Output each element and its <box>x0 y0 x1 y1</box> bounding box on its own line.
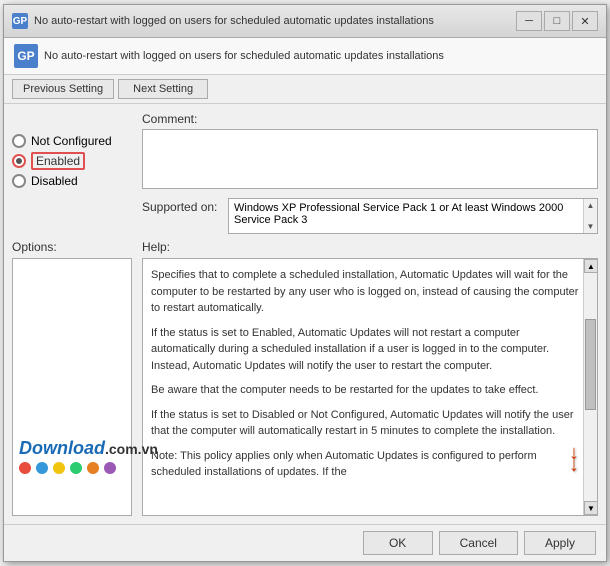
window-title: No auto-restart with logged on users for… <box>34 15 434 27</box>
supported-scrollbar: ▲ ▼ <box>583 199 597 233</box>
watermark-dots <box>19 462 158 474</box>
watermark-dot <box>104 462 116 474</box>
help-p1: Specifies that to complete a scheduled i… <box>151 267 579 317</box>
help-scroll-up[interactable]: ▲ <box>584 259 598 273</box>
watermark-dot <box>70 462 82 474</box>
supported-row: Supported on: Windows XP Professional Se… <box>142 198 598 234</box>
title-bar-left: GP No auto-restart with logged on users … <box>12 13 516 29</box>
ok-button[interactable]: OK <box>363 531 433 555</box>
supported-value: Windows XP Professional Service Pack 1 o… <box>234 202 563 226</box>
help-p3: Be aware that the computer needs to be r… <box>151 382 579 399</box>
scroll-down-arrow[interactable]: ▼ <box>585 220 597 233</box>
watermark-dot <box>36 462 48 474</box>
close-button[interactable]: ✕ <box>572 11 598 31</box>
scroll-up-arrow[interactable]: ▲ <box>585 199 597 212</box>
top-section: Not Configured Enabled Disabled Comment: <box>12 112 598 234</box>
options-panel: Options: <box>12 240 132 516</box>
maximize-button[interactable]: □ <box>544 11 570 31</box>
supported-box: Windows XP Professional Service Pack 1 o… <box>228 198 598 234</box>
title-bar: GP No auto-restart with logged on users … <box>4 5 606 38</box>
cancel-button[interactable]: Cancel <box>439 531 518 555</box>
radio-group: Not Configured Enabled Disabled <box>12 134 132 188</box>
right-panel: Comment: Supported on: Windows XP Profes… <box>142 112 598 234</box>
help-p5: Note: This policy applies only when Auto… <box>151 448 579 481</box>
help-p4: If the status is set to Disabled or Not … <box>151 407 579 440</box>
watermark-suffix: .com.vn <box>105 441 158 457</box>
arrow-down-icon-2: ↓ <box>569 455 579 475</box>
header-title: No auto-restart with logged on users for… <box>44 50 444 62</box>
window-icon: GP <box>12 13 28 29</box>
help-p2: If the status is set to Enabled, Automat… <box>151 325 579 375</box>
radio-enabled-label: Enabled <box>31 152 85 170</box>
minimize-button[interactable]: ─ <box>516 11 542 31</box>
help-panel: Help: Specifies that to complete a sched… <box>142 240 598 516</box>
comment-input[interactable] <box>142 129 598 189</box>
help-scroll-down[interactable]: ▼ <box>584 501 598 515</box>
scrollbar-track <box>584 273 597 501</box>
radio-not-configured[interactable]: Not Configured <box>12 134 132 148</box>
radio-not-configured-label: Not Configured <box>31 134 112 148</box>
watermark-dot <box>19 462 31 474</box>
comment-label: Comment: <box>142 112 598 126</box>
watermark-brand: Download <box>19 438 105 459</box>
toolbar: Previous Setting Next Setting <box>4 75 606 104</box>
header-icon: GP <box>14 44 38 68</box>
window-icon-label: GP <box>13 16 27 27</box>
radio-circle-disabled <box>12 174 26 188</box>
apply-button[interactable]: Apply <box>524 531 596 555</box>
bottom-section: Options: Help: Specifies that to complet… <box>12 240 598 516</box>
previous-setting-button[interactable]: Previous Setting <box>12 79 114 99</box>
radio-circle-enabled <box>12 154 26 168</box>
header-icon-label: GP <box>17 49 34 63</box>
help-label: Help: <box>142 240 598 254</box>
watermark-dot <box>87 462 99 474</box>
supported-label: Supported on: <box>142 198 222 214</box>
scrollbar-thumb[interactable] <box>585 319 596 410</box>
main-window: GP No auto-restart with logged on users … <box>3 4 607 562</box>
footer: OK Cancel Apply <box>4 524 606 561</box>
help-box: Specifies that to complete a scheduled i… <box>142 258 598 516</box>
title-controls: ─ □ ✕ <box>516 11 598 31</box>
help-scrollbar: ▲ ▼ <box>583 259 597 515</box>
header-bar: GP No auto-restart with logged on users … <box>4 38 606 75</box>
help-content: Specifies that to complete a scheduled i… <box>143 259 597 515</box>
options-box <box>12 258 132 516</box>
next-setting-button[interactable]: Next Setting <box>118 79 208 99</box>
watermark-brand-row: Download .com.vn <box>19 438 158 459</box>
options-label: Options: <box>12 240 132 254</box>
arrow-indicator: ↓ ↓ <box>569 443 579 475</box>
watermark: Download .com.vn <box>19 438 158 474</box>
watermark-dot <box>53 462 65 474</box>
left-panel: Not Configured Enabled Disabled <box>12 112 132 234</box>
radio-disabled[interactable]: Disabled <box>12 174 132 188</box>
radio-disabled-label: Disabled <box>31 174 78 188</box>
radio-enabled[interactable]: Enabled <box>12 152 132 170</box>
radio-circle-not-configured <box>12 134 26 148</box>
